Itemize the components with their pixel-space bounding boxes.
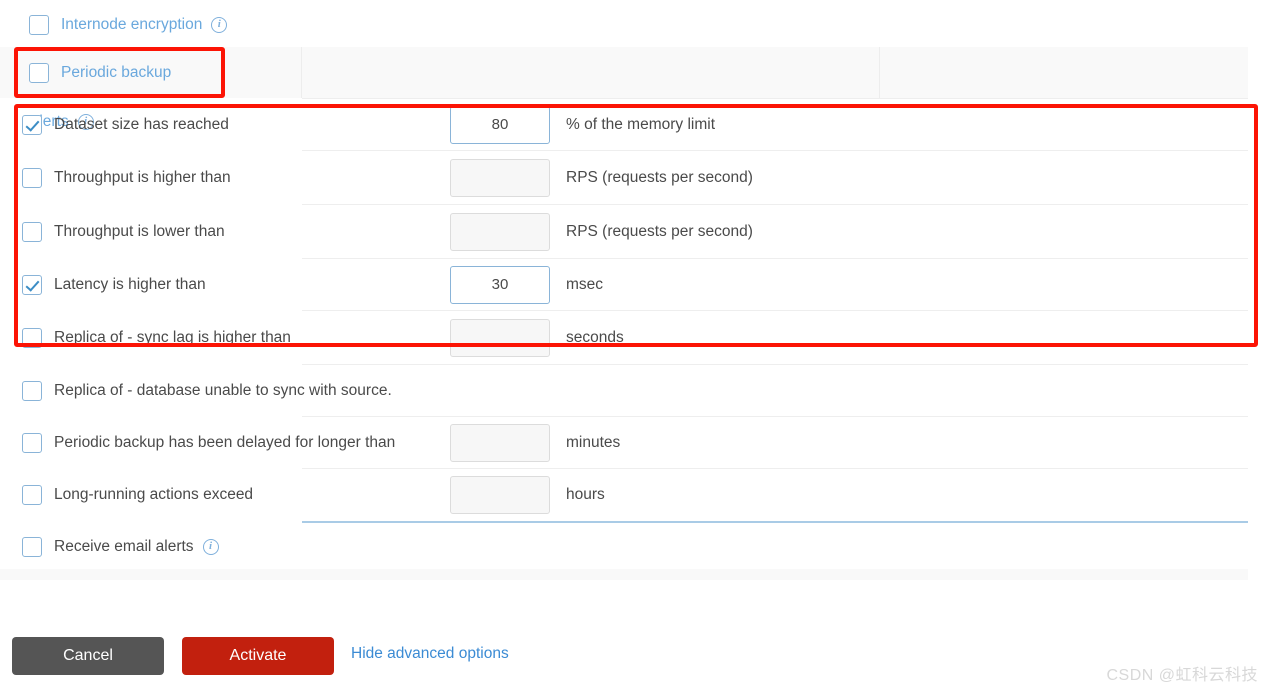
alert-label-cell: Throughput is lower than — [0, 205, 302, 258]
alert-checkbox-latency-higher[interactable] — [22, 274, 42, 295]
row-periodic-backup[interactable]: Periodic backup — [0, 47, 1248, 98]
alert-control-cell: RPS (requests per second) — [302, 151, 1248, 204]
alert-control-cell: seconds — [302, 311, 1248, 364]
periodic-backup-checkbox[interactable] — [29, 62, 49, 83]
alert-checkbox-receive-email[interactable] — [22, 537, 42, 557]
info-icon[interactable]: i — [202, 539, 219, 555]
alert-control-cell: RPS (requests per second) — [302, 205, 1248, 258]
alert-threshold-input-long-running-actions[interactable] — [450, 476, 550, 514]
alert-row-throughput-higher[interactable]: Throughput is higher than RPS (requests … — [0, 151, 1248, 204]
alert-control-cell: % of the memory limit — [302, 99, 1248, 150]
alert-label: Long-running actions exceed — [54, 486, 254, 503]
alert-threshold-input-replica-sync-lag[interactable] — [450, 318, 550, 357]
alert-threshold-input-dataset-size[interactable] — [450, 105, 550, 144]
alert-label-cell: Latency is higher than — [0, 259, 302, 310]
internode-encryption-label: Internode encryption — [61, 16, 203, 33]
settings-panel: Internode encryption i Periodic backup A… — [0, 0, 1272, 697]
alert-label-cell: Receive email alerts i — [0, 523, 302, 571]
alert-unit: RPS (requests per second) — [566, 168, 753, 186]
alert-threshold-input-throughput-lower[interactable] — [450, 212, 550, 251]
internode-encryption-cell: Internode encryption i — [0, 10, 302, 40]
alert-control-cell: minutes — [302, 417, 1248, 468]
alert-row-backup-delayed[interactable]: Periodic backup has been delayed for lon… — [0, 417, 1248, 468]
alert-threshold-input-throughput-higher[interactable] — [450, 158, 550, 197]
watermark: CSDN @虹科云科技 — [1106, 667, 1258, 684]
alert-threshold-input-backup-delayed[interactable] — [450, 423, 550, 462]
alert-row-latency-higher[interactable]: Latency is higher than msec — [0, 259, 1248, 310]
alert-label: Replica of - database unable to sync wit… — [54, 381, 392, 399]
alert-label-cell: Throughput is higher than — [0, 151, 302, 204]
alert-row-throughput-lower[interactable]: Throughput is lower than RPS (requests p… — [0, 205, 1248, 258]
hide-advanced-options-link[interactable]: Hide advanced options — [351, 645, 509, 663]
alert-unit: RPS (requests per second) — [566, 222, 753, 240]
alert-label: Receive email alerts — [54, 538, 194, 555]
alert-checkbox-throughput-lower[interactable] — [22, 221, 42, 242]
alert-row-long-running-actions[interactable]: Long-running actions exceed hours — [0, 469, 1248, 521]
alert-label: Throughput is higher than — [54, 168, 231, 186]
internode-encryption-checkbox[interactable] — [29, 15, 49, 35]
alert-unit: msec — [566, 275, 604, 293]
alert-row-receive-email[interactable]: Receive email alerts i — [0, 523, 1248, 571]
alert-checkbox-long-running-actions[interactable] — [22, 485, 42, 505]
alert-unit: seconds — [566, 328, 624, 346]
alert-unit: hours — [566, 486, 605, 503]
alert-label: Latency is higher than — [54, 275, 206, 293]
alert-label: Throughput is lower than — [54, 222, 225, 240]
alert-unit: % of the memory limit — [566, 115, 716, 133]
alert-label: Replica of - sync lag is higher than — [54, 328, 291, 346]
alert-checkbox-dataset-size[interactable] — [22, 114, 42, 135]
cancel-button[interactable]: Cancel — [12, 637, 164, 675]
alert-label-cell: Replica of - sync lag is higher than — [0, 311, 302, 364]
row-internode-encryption[interactable]: Internode encryption i — [0, 10, 1248, 40]
alert-checkbox-throughput-higher[interactable] — [22, 167, 42, 188]
alert-label: Dataset size has reached — [54, 115, 229, 133]
periodic-backup-cell: Periodic backup — [0, 47, 302, 98]
activate-button[interactable]: Activate — [182, 637, 334, 675]
alert-checkbox-replica-unable-sync[interactable] — [22, 380, 42, 401]
alert-label-cell: Periodic backup has been delayed for lon… — [0, 417, 395, 468]
alert-row-dataset-size[interactable]: Dataset size has reached % of the memory… — [0, 99, 1248, 150]
alert-unit: minutes — [566, 433, 621, 451]
info-icon[interactable]: i — [211, 17, 228, 33]
alert-label-cell: Dataset size has reached — [0, 99, 302, 150]
alert-row-replica-sync-lag[interactable]: Replica of - sync lag is higher than sec… — [0, 311, 1248, 364]
alert-label-cell: Long-running actions exceed — [0, 469, 302, 521]
alert-row-replica-unable-sync[interactable]: Replica of - database unable to sync wit… — [0, 365, 1248, 416]
alert-checkbox-backup-delayed[interactable] — [22, 432, 42, 453]
alert-control-cell: msec — [302, 259, 1248, 310]
alert-control-cell: hours — [302, 469, 1248, 521]
alert-threshold-input-latency-higher[interactable] — [450, 265, 550, 304]
periodic-backup-label: Periodic backup — [61, 63, 172, 81]
alert-label-cell: Replica of - database unable to sync wit… — [0, 365, 392, 416]
alert-checkbox-replica-sync-lag[interactable] — [22, 327, 42, 348]
